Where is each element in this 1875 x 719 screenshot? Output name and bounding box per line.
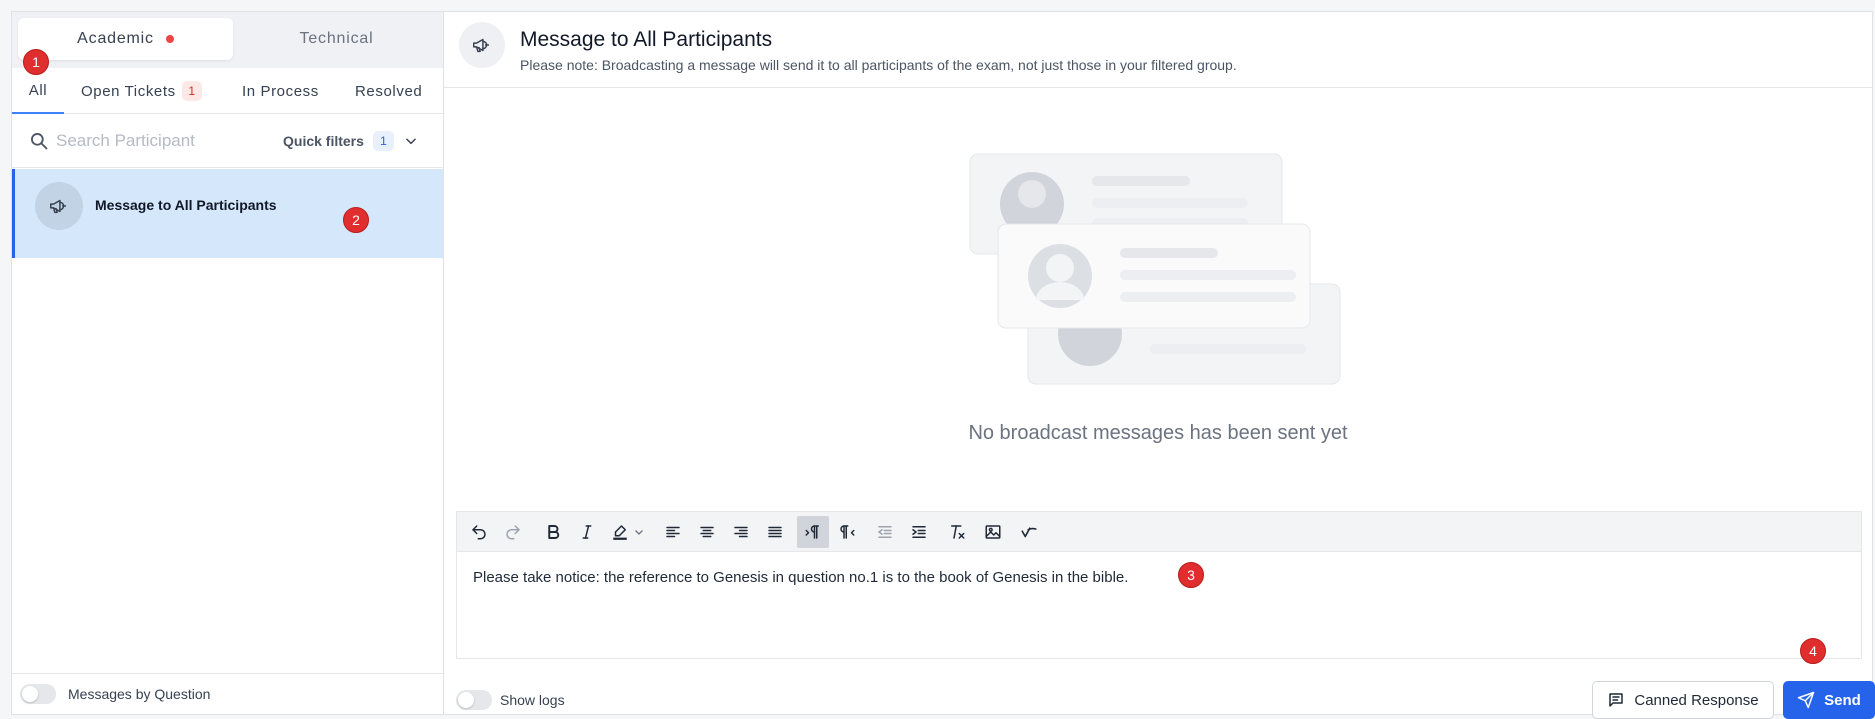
tab-resolved-label: Resolved xyxy=(355,82,423,100)
quick-filters-button[interactable]: Quick filters 1 xyxy=(283,128,418,154)
composer-footer: Show logs Canned Response Send xyxy=(444,672,1875,719)
message-square-icon xyxy=(1609,693,1624,707)
quick-filters-label: Quick filters xyxy=(283,133,364,149)
segment-technical[interactable]: Technical xyxy=(236,18,437,60)
megaphone-icon xyxy=(473,38,490,53)
send-icon xyxy=(1797,691,1815,709)
clear-format-icon xyxy=(951,525,965,539)
align-center-button[interactable] xyxy=(691,516,723,548)
empty-state-text: No broadcast messages has been sent yet xyxy=(968,422,1348,444)
tab-all-label: All xyxy=(28,81,48,99)
messages-by-question-label: Messages by Question xyxy=(68,686,211,702)
chevron-down-icon xyxy=(635,530,643,535)
ltr-icon xyxy=(805,525,819,539)
ltr-button[interactable] xyxy=(797,516,829,548)
avatar xyxy=(459,22,505,68)
bold-button[interactable] xyxy=(537,516,569,548)
align-right-icon xyxy=(734,526,748,538)
editor-toolbar xyxy=(457,512,1861,552)
annotation-badge-1: 1 xyxy=(23,49,49,75)
tab-all[interactable]: All xyxy=(12,68,64,114)
rtl-icon xyxy=(840,525,855,539)
outdent-icon xyxy=(877,526,892,538)
page-title: Message to All Participants xyxy=(520,28,773,51)
tab-resolved[interactable]: Resolved xyxy=(355,68,422,114)
tab-in-process-label: In Process xyxy=(242,82,319,100)
empty-state-illustration xyxy=(969,153,1341,385)
app-frame: Academic Technical All Open Tickets 1 In… xyxy=(11,11,1875,719)
align-right-button[interactable] xyxy=(725,516,757,548)
category-switch: Academic Technical xyxy=(12,12,443,68)
message-editor: Please take notice: the reference to Gen… xyxy=(456,511,1862,659)
message-text-area[interactable]: Please take notice: the reference to Gen… xyxy=(473,569,1128,586)
quick-filters-count: 1 xyxy=(372,131,394,151)
megaphone-icon xyxy=(50,199,67,214)
messages-by-question-toggle[interactable] xyxy=(20,684,56,704)
list-item[interactable]: Message to All Participants xyxy=(12,169,443,258)
tab-open-tickets-label: Open Tickets xyxy=(81,82,176,100)
indent-icon xyxy=(912,526,926,538)
spellcheck-button[interactable] xyxy=(1013,516,1045,548)
search-icon xyxy=(31,133,48,150)
list-item-title: Message to All Participants xyxy=(95,197,277,213)
show-logs-label: Show logs xyxy=(500,692,565,708)
align-center-icon xyxy=(700,526,714,538)
insert-image-button[interactable] xyxy=(977,516,1009,548)
left-panel: Academic Technical All Open Tickets 1 In… xyxy=(12,12,444,714)
conversation-header: Message to All Participants Please note:… xyxy=(444,12,1872,88)
send-label: Send xyxy=(1824,691,1861,709)
outdent-button[interactable] xyxy=(869,516,901,548)
highlight-button[interactable] xyxy=(607,516,649,548)
left-footer: Messages by Question xyxy=(12,673,443,714)
search-input[interactable] xyxy=(56,128,246,154)
canned-response-button[interactable]: Canned Response xyxy=(1592,681,1774,719)
send-button[interactable]: Send xyxy=(1783,681,1875,719)
open-tickets-count: 1 xyxy=(181,81,202,101)
align-justify-button[interactable] xyxy=(759,516,791,548)
undo-button[interactable] xyxy=(463,516,495,548)
avatar xyxy=(35,182,83,230)
align-justify-icon xyxy=(768,526,782,538)
annotation-badge-2: 2 xyxy=(343,207,369,233)
chevron-down-icon xyxy=(406,138,416,145)
undo-icon xyxy=(472,525,486,540)
segment-academic[interactable]: Academic xyxy=(18,18,233,60)
clear-format-button[interactable] xyxy=(941,516,973,548)
align-left-button[interactable] xyxy=(657,516,689,548)
spellcheck-icon xyxy=(1021,527,1037,538)
indent-button[interactable] xyxy=(903,516,935,548)
bold-icon xyxy=(548,525,560,539)
annotation-badge-3: 3 xyxy=(1178,562,1204,588)
alert-dot xyxy=(165,35,174,43)
align-left-icon xyxy=(666,526,680,538)
italic-icon xyxy=(582,525,592,539)
canned-response-label: Canned Response xyxy=(1634,691,1759,709)
image-icon xyxy=(985,525,1001,539)
ticket-tabs: All Open Tickets 1 In Process Resolved xyxy=(12,68,443,114)
segment-academic-label: Academic xyxy=(77,30,154,47)
redo-button[interactable] xyxy=(497,516,529,548)
tab-in-process[interactable]: In Process xyxy=(242,68,319,114)
page-subtitle: Please note: Broadcasting a message will… xyxy=(520,57,1237,73)
rtl-button[interactable] xyxy=(831,516,863,548)
show-logs-toggle[interactable] xyxy=(456,690,492,710)
conversation-panel: Message to All Participants Please note:… xyxy=(444,12,1875,719)
annotation-badge-4: 4 xyxy=(1800,638,1826,664)
italic-button[interactable] xyxy=(571,516,603,548)
search-bar: Quick filters 1 xyxy=(12,114,443,168)
tab-open-tickets[interactable]: Open Tickets 1 xyxy=(81,68,202,114)
highlighter-icon xyxy=(613,525,627,540)
segment-technical-label: Technical xyxy=(299,30,374,47)
redo-icon xyxy=(506,525,520,540)
